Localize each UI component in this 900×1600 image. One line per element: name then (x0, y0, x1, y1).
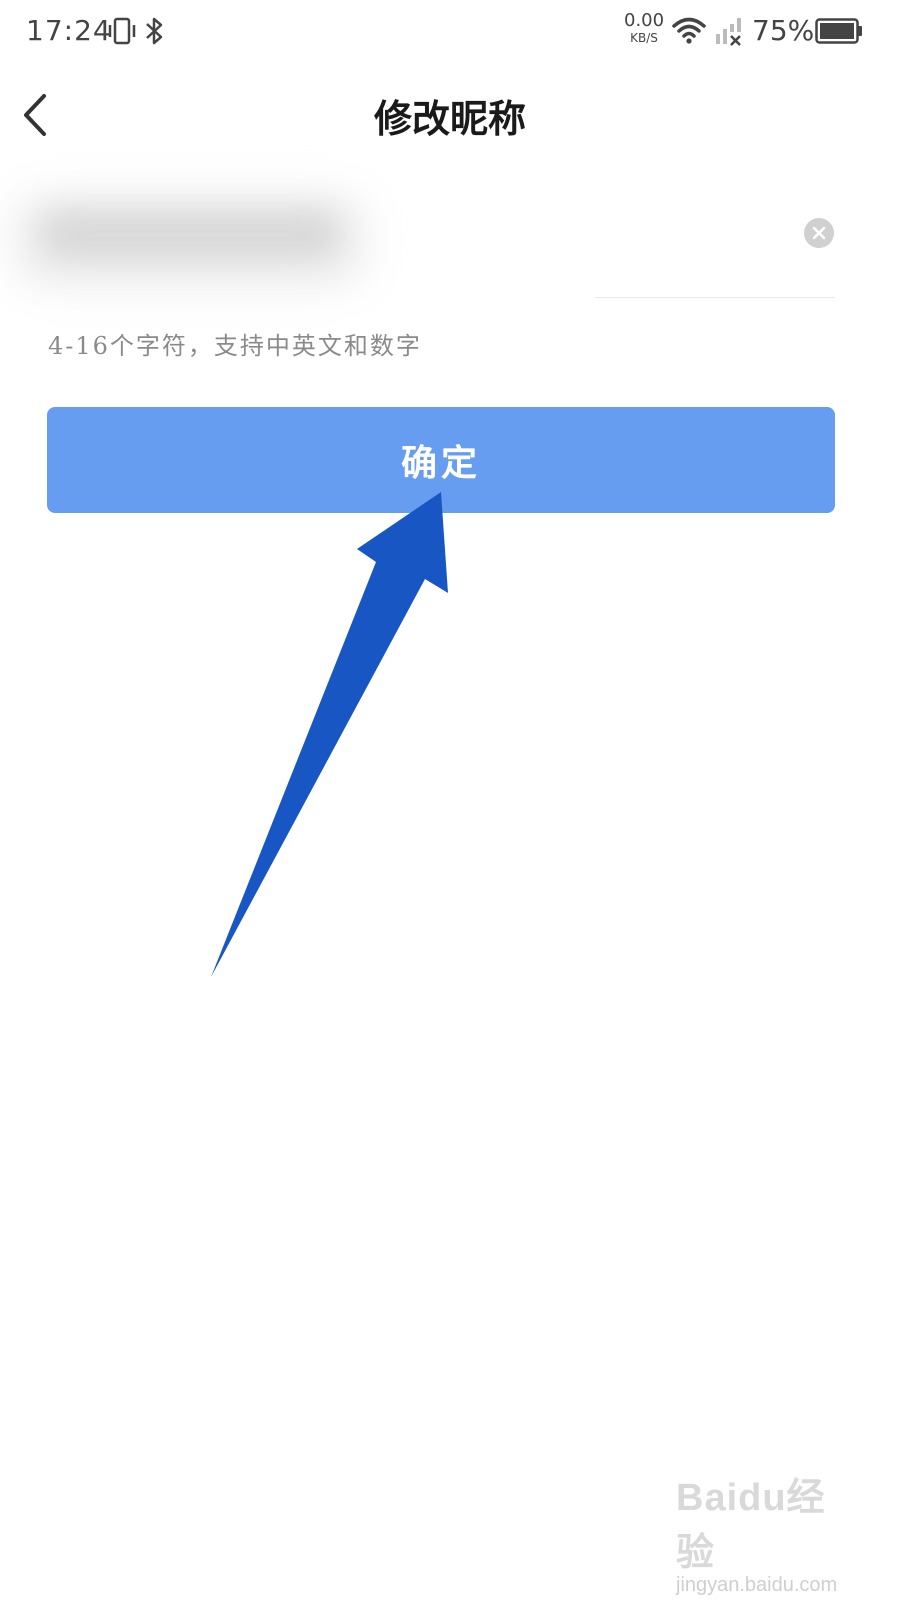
status-bar: 17:24 0.00 KB/S 75% (0, 0, 900, 64)
clear-circle-icon[interactable] (804, 218, 834, 248)
watermark: Baidu经验 jingyan.baidu.com (676, 1466, 846, 1596)
battery-percent: 75% (752, 14, 815, 47)
nickname-field[interactable] (0, 190, 900, 310)
page-title: 修改昵称 (373, 96, 526, 141)
watermark-url: jingyan.baidu.com (676, 1574, 838, 1596)
bluetooth-icon (146, 17, 163, 45)
net-speed: 0.00 KB/S (624, 10, 665, 45)
net-speed-value: 0.00 (624, 10, 665, 31)
vibrate-icon (108, 17, 136, 45)
watermark-logo: Baidu经验 (676, 1477, 826, 1574)
signal-no-service-icon (716, 18, 741, 46)
annotation-arrow-shape (211, 492, 448, 977)
net-speed-unit: KB/S (630, 31, 658, 45)
confirm-button[interactable]: 确定 (47, 407, 835, 513)
battery-icon (815, 18, 862, 44)
wifi-icon (672, 17, 706, 44)
input-underline (595, 297, 835, 298)
status-time: 17:24 (26, 14, 112, 47)
nickname-hint: 4-16个字符，支持中英文和数字 (48, 332, 422, 360)
nickname-input[interactable] (48, 202, 772, 274)
